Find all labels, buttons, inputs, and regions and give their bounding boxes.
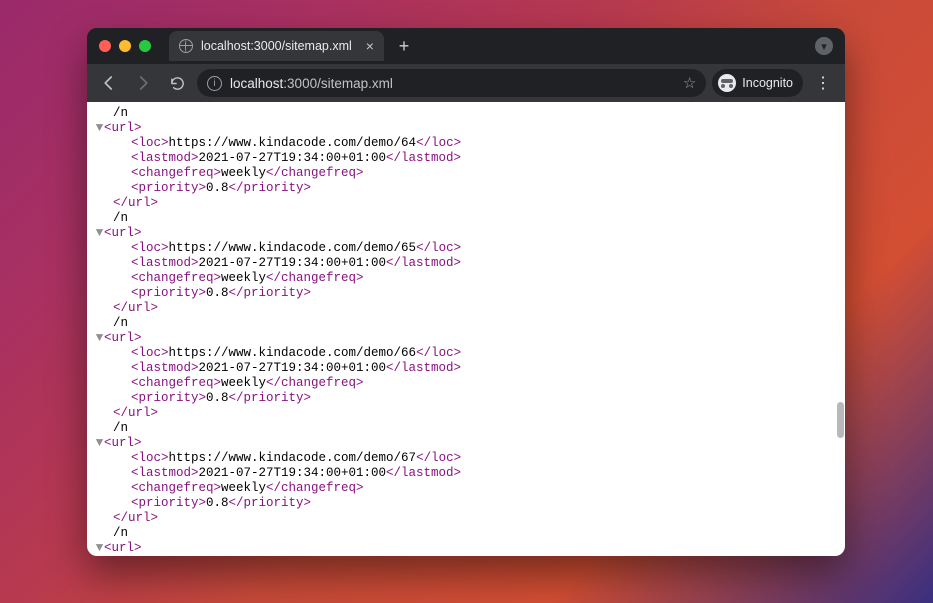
incognito-badge[interactable]: Incognito (712, 69, 803, 97)
xml-line: /n (95, 421, 843, 436)
xml-line: <lastmod>2021-07-27T19:34:00+01:00</last… (95, 466, 843, 481)
xml-line: ▼<url> (95, 436, 843, 451)
xml-tree: /n▼<url><loc>https://www.kindacode.com/d… (95, 106, 843, 556)
xml-line: <changefreq>weekly</changefreq> (95, 481, 843, 496)
new-tab-button[interactable]: + (392, 34, 416, 58)
xml-line: <loc>https://www.kindacode.com/demo/64</… (95, 136, 843, 151)
back-button[interactable] (95, 69, 123, 97)
forward-button[interactable] (129, 69, 157, 97)
arrow-right-icon (134, 74, 152, 92)
xml-line: /n (95, 106, 843, 121)
xml-line: <changefreq>weekly</changefreq> (95, 271, 843, 286)
incognito-icon (718, 74, 736, 92)
xml-line: <changefreq>weekly</changefreq> (95, 376, 843, 391)
page-content[interactable]: /n▼<url><loc>https://www.kindacode.com/d… (87, 102, 845, 556)
xml-line: <lastmod>2021-07-27T19:34:00+01:00</last… (95, 256, 843, 271)
xml-line: ▼<url> (95, 226, 843, 241)
xml-line: <changefreq>weekly</changefreq> (95, 166, 843, 181)
xml-line: <priority>0.8</priority> (95, 391, 843, 406)
xml-line: <loc>https://www.kindacode.com/demo/65</… (95, 241, 843, 256)
xml-line: </url> (95, 511, 843, 526)
xml-line: <lastmod>2021-07-27T19:34:00+01:00</last… (95, 361, 843, 376)
xml-line: <priority>0.8</priority> (95, 286, 843, 301)
reload-button[interactable] (163, 69, 191, 97)
xml-line: ▼<url> (95, 121, 843, 136)
site-info-icon[interactable]: i (207, 76, 222, 91)
toolbar: i localhost:3000/sitemap.xml ☆ Incognito… (87, 64, 845, 102)
overflow-menu-button[interactable]: ⋮ (809, 69, 837, 97)
close-tab-button[interactable]: × (366, 38, 374, 54)
tab-title: localhost:3000/sitemap.xml (201, 39, 352, 53)
reload-icon (169, 75, 186, 92)
xml-line: </url> (95, 196, 843, 211)
tab-strip: localhost:3000/sitemap.xml × + ▾ (87, 28, 845, 64)
bookmark-star-icon[interactable]: ☆ (683, 74, 696, 92)
globe-icon (179, 39, 193, 53)
incognito-label: Incognito (742, 76, 793, 90)
xml-line: </url> (95, 301, 843, 316)
xml-line: ▼<url> (95, 541, 843, 556)
browser-tab[interactable]: localhost:3000/sitemap.xml × (169, 31, 384, 61)
xml-line: /n (95, 526, 843, 541)
browser-window: localhost:3000/sitemap.xml × + ▾ i local… (87, 28, 845, 556)
fullscreen-window-button[interactable] (139, 40, 151, 52)
url-path: :3000/sitemap.xml (283, 76, 393, 91)
address-bar[interactable]: i localhost:3000/sitemap.xml ☆ (197, 69, 706, 97)
window-controls (99, 40, 161, 52)
xml-line: ▼<url> (95, 331, 843, 346)
xml-line: <lastmod>2021-07-27T19:34:00+01:00</last… (95, 151, 843, 166)
xml-line: <priority>0.8</priority> (95, 496, 843, 511)
xml-line: </url> (95, 406, 843, 421)
xml-line: <loc>https://www.kindacode.com/demo/67</… (95, 451, 843, 466)
xml-line: /n (95, 211, 843, 226)
close-window-button[interactable] (99, 40, 111, 52)
xml-line: /n (95, 316, 843, 331)
tab-search-button[interactable]: ▾ (815, 37, 833, 55)
arrow-left-icon (100, 74, 118, 92)
minimize-window-button[interactable] (119, 40, 131, 52)
xml-line: <priority>0.8</priority> (95, 181, 843, 196)
scrollbar-thumb[interactable] (837, 402, 844, 438)
xml-line: <loc>https://www.kindacode.com/demo/66</… (95, 346, 843, 361)
url-text: localhost:3000/sitemap.xml (230, 76, 675, 91)
url-host: localhost (230, 76, 283, 91)
